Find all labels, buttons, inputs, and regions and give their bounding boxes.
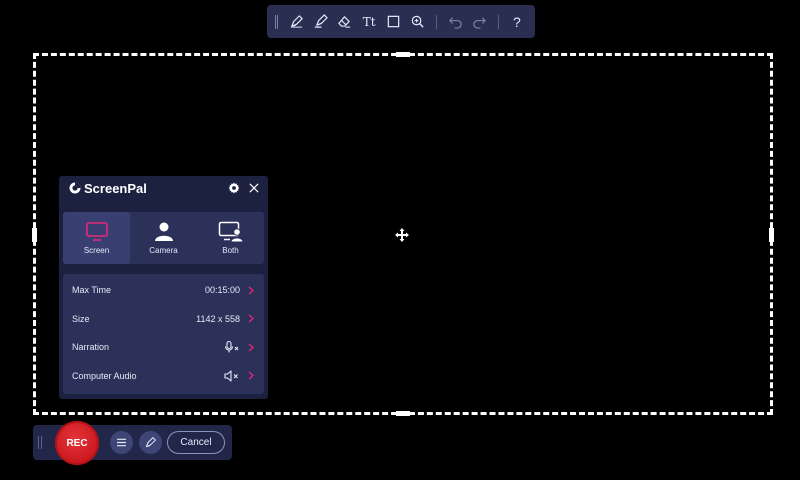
brand-name: ScreenPal [84, 180, 147, 196]
text-icon: Tt [362, 14, 376, 29]
rec-button[interactable]: REC [55, 421, 99, 465]
highlighter-tool-button[interactable] [309, 9, 332, 34]
mode-label: Screen [83, 246, 110, 255]
pen-icon [290, 15, 303, 28]
undo-button[interactable] [444, 9, 467, 34]
microphone-muted-icon [224, 341, 239, 353]
recording-settings-list: Max Time 00:15:00 Size 1142 x 558 Narrat… [63, 274, 264, 394]
zoom-icon [412, 15, 425, 28]
pen-tool-button[interactable] [284, 9, 307, 34]
setting-value [224, 370, 240, 382]
toolbar-drag-handle[interactable] [275, 14, 278, 29]
screen-and-camera-icon [218, 221, 244, 243]
help-icon: ? [512, 13, 521, 30]
move-icon[interactable] [394, 227, 410, 243]
setting-computer-audio[interactable]: Computer Audio [63, 362, 264, 391]
redo-button[interactable] [468, 9, 491, 34]
chevron-right-icon [248, 343, 254, 352]
resize-handle-left[interactable] [32, 228, 37, 242]
cancel-button[interactable]: Cancel [167, 431, 225, 454]
screenpal-panel: ScreenPal Screen Camera Both Max Time 00… [59, 176, 268, 399]
annotation-toolbar: Tt ? [267, 5, 535, 38]
panel-header: ScreenPal [59, 176, 268, 200]
chevron-right-icon [248, 286, 254, 295]
setting-size[interactable]: Size 1142 x 558 [63, 305, 264, 334]
hamburger-menu-icon [117, 438, 126, 447]
close-button[interactable] [247, 182, 260, 195]
draw-tools-button[interactable] [139, 431, 162, 454]
rectangle-icon [387, 15, 400, 28]
person-icon [154, 222, 173, 241]
setting-label: Max Time [72, 285, 112, 296]
zoom-tool-button[interactable] [406, 9, 429, 34]
speaker-muted-icon [224, 370, 238, 382]
rectangle-tool-button[interactable] [382, 9, 405, 34]
setting-label: Computer Audio [72, 370, 137, 381]
chevron-right-icon [248, 371, 254, 380]
chevron-right-icon [248, 314, 254, 323]
setting-narration[interactable]: Narration [63, 333, 264, 362]
text-tool-button[interactable]: Tt [358, 9, 381, 34]
setting-value [224, 341, 240, 353]
recording-controls-bar: REC Cancel [33, 421, 232, 465]
help-button[interactable]: ? [505, 9, 528, 34]
redo-icon [473, 17, 487, 29]
monitor-icon [85, 222, 108, 241]
eraser-tool-button[interactable] [333, 9, 356, 34]
mode-camera[interactable]: Camera [130, 212, 197, 264]
screenpal-logo-icon [69, 182, 81, 194]
resize-handle-right[interactable] [769, 228, 774, 242]
resize-handle-top[interactable] [396, 52, 410, 57]
setting-label: Narration [72, 342, 110, 353]
close-icon [248, 183, 259, 193]
setting-value: 00:15:00 [204, 285, 240, 296]
screenpal-logo: ScreenPal [69, 181, 147, 196]
undo-icon [448, 17, 462, 29]
menu-button[interactable] [110, 431, 133, 454]
controls-drag-handle[interactable] [38, 436, 42, 449]
mode-label: Both [222, 246, 239, 255]
mode-both[interactable]: Both [197, 212, 264, 264]
toolbar-divider [436, 14, 438, 29]
setting-label: Size [72, 313, 90, 324]
mode-label: Camera [149, 246, 178, 255]
setting-value: 1142 x 558 [196, 313, 240, 324]
capture-mode-selector: Screen Camera Both [63, 212, 264, 264]
settings-button[interactable] [227, 182, 240, 195]
mode-screen[interactable]: Screen [63, 212, 130, 264]
toolbar-divider [497, 14, 499, 29]
eraser-icon [338, 16, 351, 28]
highlighter-icon [314, 14, 328, 28]
resize-handle-bottom[interactable] [396, 411, 410, 416]
setting-max-time[interactable]: Max Time 00:15:00 [63, 276, 264, 305]
pen-icon [145, 437, 156, 448]
gear-icon [228, 182, 239, 194]
